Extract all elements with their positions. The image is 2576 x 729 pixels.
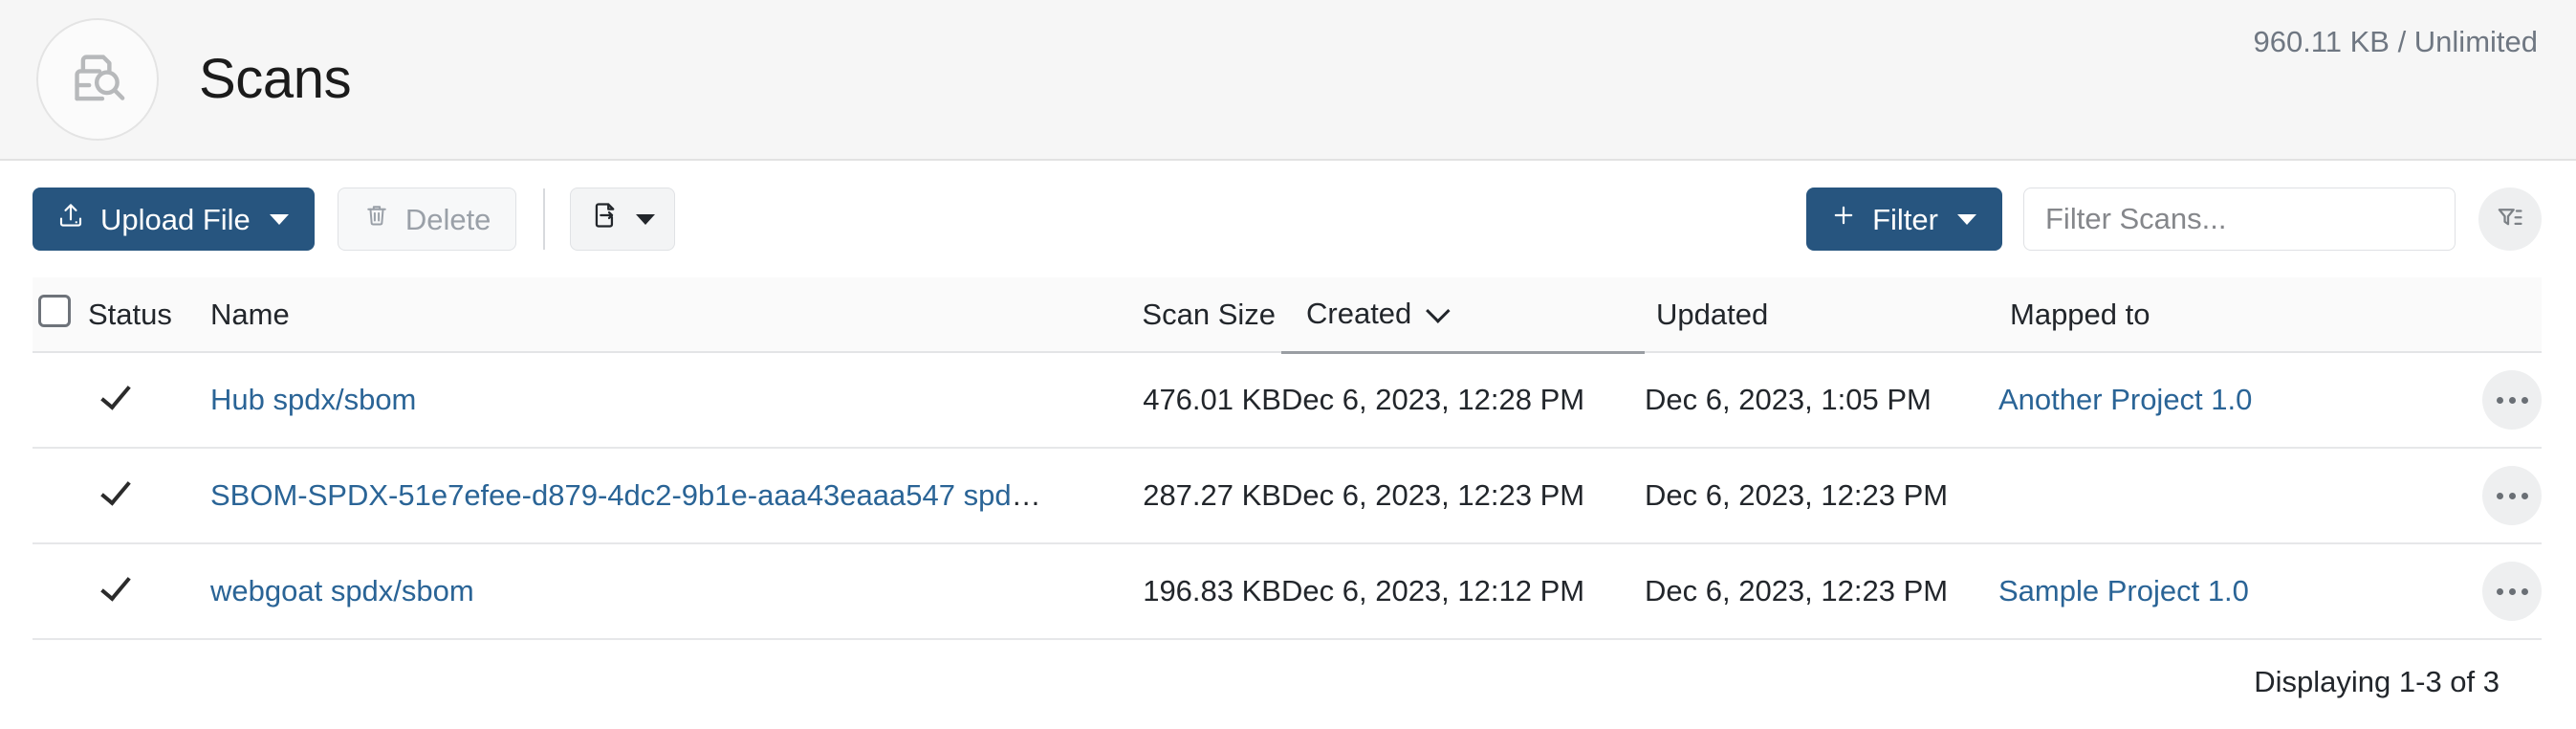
check-icon	[100, 378, 131, 410]
row-updated-cell: Dec 6, 2023, 12:23 PM	[1645, 543, 1998, 640]
upload-file-label: Upload File	[100, 202, 251, 236]
upload-icon	[56, 201, 85, 237]
row-checkbox-cell	[33, 352, 88, 449]
toolbar: Upload File Delete Filter Filter Scans..…	[0, 161, 2576, 277]
row-checkbox-cell	[33, 448, 88, 544]
row-actions-cell	[2400, 352, 2542, 449]
row-updated-cell: Dec 6, 2023, 1:05 PM	[1645, 352, 1998, 449]
row-mapped-cell: Sample Project 1.0	[1998, 543, 2400, 640]
row-status-cell	[88, 543, 210, 640]
kebab-menu-icon	[2521, 587, 2528, 595]
table-body: Hub spdx/sbom 476.01 KB Dec 6, 2023, 12:…	[33, 352, 2542, 640]
row-created-cell: Dec 6, 2023, 12:12 PM	[1281, 543, 1645, 640]
kebab-menu-icon	[2521, 396, 2528, 404]
row-checkbox-cell	[33, 543, 88, 640]
toolbar-left-group: Upload File Delete	[33, 188, 676, 251]
column-header-created[interactable]: Created	[1281, 277, 1645, 354]
export-button[interactable]	[570, 188, 676, 251]
upload-file-button[interactable]: Upload File	[33, 188, 315, 251]
plus-icon	[1830, 202, 1857, 236]
column-header-created-label: Created	[1306, 297, 1412, 331]
column-header-mapped-to[interactable]: Mapped to	[1998, 277, 2400, 353]
add-filter-label: Filter	[1872, 202, 1938, 236]
row-size-cell: 476.01 KB	[1042, 352, 1281, 449]
page-icon-badge	[36, 18, 159, 141]
table-head: Status Name Scan Size Created Updated Ma…	[33, 277, 2542, 354]
row-actions-button[interactable]	[2482, 562, 2542, 621]
scan-name-link[interactable]: SBOM-SPDX-51e7efee-d879-4dc2-9b1e-aaa43e…	[210, 478, 1042, 512]
kebab-menu-icon	[2508, 492, 2516, 499]
scans-table-container: Status Name Scan Size Created Updated Ma…	[0, 277, 2576, 699]
kebab-menu-icon	[2508, 396, 2516, 404]
delete-button[interactable]: Delete	[337, 188, 517, 251]
check-icon	[100, 474, 131, 506]
kebab-menu-icon	[2496, 396, 2503, 404]
table-row: webgoat spdx/sbom 196.83 KB Dec 6, 2023,…	[33, 543, 2542, 640]
row-mapped-cell: Another Project 1.0	[1998, 352, 2400, 449]
row-name-cell: webgoat spdx/sbom	[210, 543, 1042, 640]
scans-table: Status Name Scan Size Created Updated Ma…	[33, 277, 2542, 640]
kebab-menu-icon	[2496, 492, 2503, 499]
file-export-icon	[590, 200, 621, 238]
row-actions-button[interactable]	[2482, 370, 2542, 430]
column-header-status[interactable]: Status	[88, 277, 210, 353]
table-row: Hub spdx/sbom 476.01 KB Dec 6, 2023, 12:…	[33, 352, 2542, 449]
row-actions-cell	[2400, 543, 2542, 640]
filter-list-button[interactable]	[2478, 188, 2542, 251]
row-size-cell: 196.83 KB	[1042, 543, 1281, 640]
caret-down-icon	[1957, 213, 1976, 225]
column-header-updated[interactable]: Updated	[1645, 277, 1998, 353]
row-status-cell	[88, 352, 210, 449]
toolbar-right-group: Filter	[1806, 188, 2542, 251]
row-name-cell: SBOM-SPDX-51e7efee-d879-4dc2-9b1e-aaa43e…	[210, 448, 1042, 544]
table-row: SBOM-SPDX-51e7efee-d879-4dc2-9b1e-aaa43e…	[33, 448, 2542, 544]
caret-down-icon	[636, 213, 656, 225]
pagination-summary: Displaying 1-3 of 3	[2254, 665, 2500, 698]
mapped-project-link[interactable]: Another Project 1.0	[1998, 383, 2252, 416]
toolbar-divider	[543, 188, 546, 250]
row-created-cell: Dec 6, 2023, 12:23 PM	[1281, 448, 1645, 544]
row-mapped-cell	[1998, 448, 2400, 544]
kebab-menu-icon	[2521, 492, 2528, 499]
page-title: Scans	[199, 48, 352, 110]
row-created-cell: Dec 6, 2023, 12:28 PM	[1281, 352, 1645, 449]
caret-down-icon	[269, 213, 289, 225]
column-header-name[interactable]: Name	[210, 277, 1042, 353]
row-size-cell: 287.27 KB	[1042, 448, 1281, 544]
kebab-menu-icon	[2496, 587, 2503, 595]
row-actions-cell	[2400, 448, 2542, 544]
document-scan-icon	[66, 48, 129, 111]
check-icon	[100, 569, 131, 602]
storage-usage-text: 960.11 KB / Unlimited	[2253, 25, 2538, 58]
chevron-down-icon	[1426, 298, 1451, 324]
page-header: Scans 960.11 KB / Unlimited	[0, 0, 2576, 161]
column-header-select-all	[33, 277, 88, 353]
filter-list-icon	[2495, 203, 2525, 236]
mapped-project-link[interactable]: Sample Project 1.0	[1998, 574, 2249, 608]
search-input[interactable]	[2023, 188, 2456, 251]
scan-name-link[interactable]: Hub spdx/sbom	[210, 383, 416, 416]
row-name-cell: Hub spdx/sbom	[210, 352, 1042, 449]
table-header-row: Status Name Scan Size Created Updated Ma…	[33, 277, 2542, 354]
row-actions-button[interactable]	[2482, 466, 2542, 525]
column-header-actions	[2400, 277, 2542, 353]
kebab-menu-icon	[2508, 587, 2516, 595]
row-status-cell	[88, 448, 210, 544]
scan-name-link[interactable]: webgoat spdx/sbom	[210, 574, 474, 608]
delete-label: Delete	[404, 202, 491, 236]
add-filter-button[interactable]: Filter	[1806, 188, 2002, 251]
trash-icon	[363, 202, 390, 236]
select-all-checkbox[interactable]	[38, 294, 71, 327]
row-updated-cell: Dec 6, 2023, 12:23 PM	[1645, 448, 1998, 544]
column-header-scan-size[interactable]: Scan Size	[1042, 277, 1281, 353]
